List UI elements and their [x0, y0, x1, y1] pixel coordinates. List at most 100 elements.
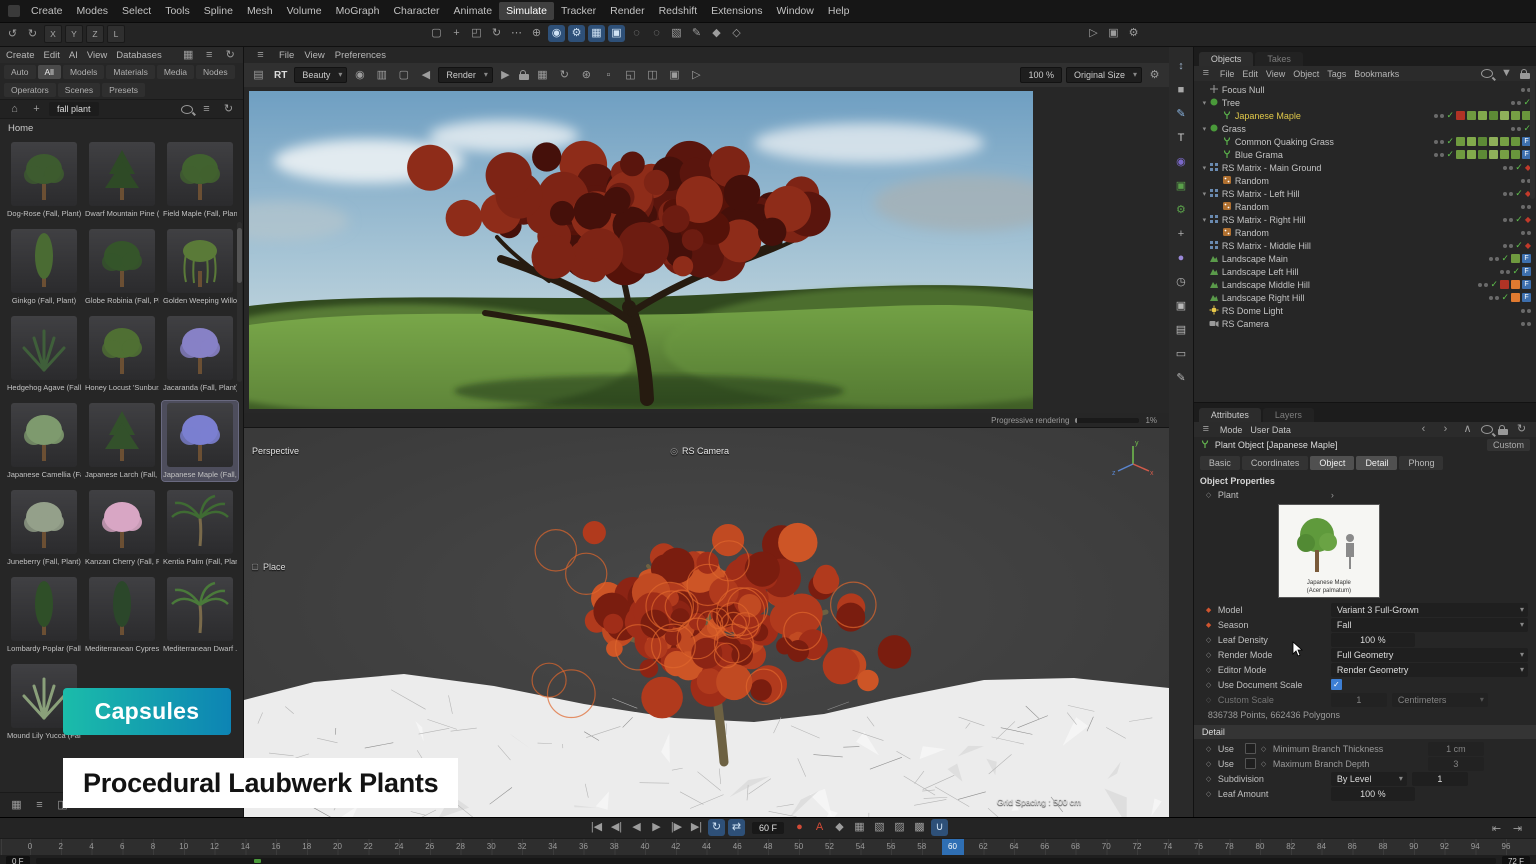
subtab-operators[interactable]: Operators — [4, 83, 56, 97]
refresh-icon[interactable]: ↻ — [220, 101, 237, 118]
render-visibility-dot[interactable] — [1440, 114, 1444, 118]
rv-menu-file[interactable]: File — [279, 50, 294, 61]
keyframe-dot-icon[interactable]: ◆ — [1206, 621, 1213, 629]
panel-menu-icon[interactable]: ≡ — [1200, 421, 1212, 438]
size-dropdown[interactable]: Original Size — [1066, 67, 1142, 83]
enabled-check-icon[interactable]: ✓ — [1515, 162, 1523, 173]
menu-select[interactable]: Select — [115, 2, 158, 20]
record-scale-button[interactable]: ▧ — [871, 819, 888, 836]
back-icon[interactable]: ‹ — [1415, 421, 1432, 438]
menu-simulate[interactable]: Simulate — [499, 2, 554, 20]
editor-visibility-dot[interactable] — [1511, 101, 1515, 105]
asset-item[interactable]: Lombardy Poplar (Fall... — [6, 575, 82, 655]
volume-builder-icon[interactable]: ◇ — [728, 25, 745, 42]
compare-icon[interactable]: ◫ — [644, 67, 661, 84]
material-swatch[interactable] — [1500, 111, 1509, 120]
field-sphere-icon[interactable]: ● — [1172, 249, 1189, 266]
current-frame-field[interactable]: 60 F — [752, 822, 784, 834]
plant-preview-image[interactable]: Japanese Maple (Acer palmatum) — [1278, 504, 1380, 598]
asset-menu-view[interactable]: View — [87, 50, 107, 61]
editor-visibility-dot[interactable] — [1521, 88, 1525, 92]
quantize-icon[interactable]: ▦ — [588, 25, 605, 42]
render-dropdown[interactable]: Render — [438, 67, 493, 83]
annotate-icon[interactable]: ✎ — [1172, 369, 1189, 386]
move-tool-icon[interactable]: + — [448, 25, 465, 42]
panel-menu-icon[interactable]: ≡ — [1200, 65, 1212, 82]
scale-tool-icon[interactable]: ◰ — [468, 25, 485, 42]
enabled-check-icon[interactable]: ✓ — [1512, 266, 1520, 277]
render-view-icon[interactable]: ▷ — [1085, 25, 1102, 42]
enabled-check-icon[interactable]: ✓ — [1446, 149, 1454, 160]
rv-settings-icon[interactable]: ⚙ — [1146, 67, 1163, 84]
asset-item[interactable]: Field Maple (Fall, Plant) — [162, 140, 238, 220]
tab-takes[interactable]: Takes — [1255, 52, 1303, 66]
objects-menu-object[interactable]: Object — [1293, 69, 1319, 79]
search-attr-icon[interactable] — [1481, 425, 1493, 434]
lock-objects-icon[interactable] — [1520, 73, 1530, 79]
view-list-icon[interactable]: ≡ — [201, 47, 218, 64]
footer-grid-icon[interactable]: ▦ — [8, 797, 25, 814]
material-swatch[interactable] — [1511, 137, 1520, 146]
menu-help[interactable]: Help — [821, 2, 857, 20]
custom-scale-field[interactable]: 1 — [1331, 693, 1387, 707]
season-dropdown[interactable]: Fall — [1331, 618, 1528, 632]
editor-visibility-dot[interactable] — [1511, 127, 1515, 131]
material-swatch[interactable] — [1511, 111, 1520, 120]
render-visibility-dot[interactable] — [1440, 140, 1444, 144]
editor-visibility-dot[interactable] — [1434, 114, 1438, 118]
spline-pen-icon[interactable]: ✎ — [1172, 105, 1189, 122]
rotate-tool-icon[interactable]: ↻ — [488, 25, 505, 42]
disabled-tool-icon-2[interactable]: ◌ — [648, 25, 665, 42]
editor-visibility-dot[interactable] — [1489, 257, 1493, 261]
asset-item[interactable]: Golden Weeping Willo... — [162, 227, 238, 307]
enabled-check-icon[interactable]: ✓ — [1490, 279, 1498, 290]
enabled-check-icon[interactable]: ✓ — [1515, 188, 1523, 199]
object-row[interactable]: ▾RS Matrix - Main Ground✓◆ — [1194, 161, 1536, 174]
mograph-text-icon[interactable]: T — [1172, 129, 1189, 146]
next-key-button[interactable]: ▶| — [688, 819, 705, 836]
objects-menu-tags[interactable]: Tags — [1327, 69, 1346, 79]
min-branch-use-checkbox[interactable] — [1245, 743, 1256, 754]
tab-layers[interactable]: Layers — [1263, 408, 1314, 422]
attr-tab-detail[interactable]: Detail — [1356, 456, 1397, 470]
paint-tool-icon[interactable]: ✎ — [688, 25, 705, 42]
clapper-icon[interactable]: ▤ — [250, 67, 267, 84]
editor-visibility-dot[interactable] — [1503, 244, 1507, 248]
footer-list-icon[interactable]: ≡ — [31, 797, 48, 814]
search-objects-icon[interactable] — [1481, 69, 1493, 78]
object-row[interactable]: Common Quaking Grass✓F — [1194, 135, 1536, 148]
model-dropdown[interactable]: Variant 3 Full-Grown — [1331, 603, 1528, 617]
viewport-label[interactable]: Perspective — [252, 446, 299, 456]
camera-label[interactable]: ◎RS Camera — [669, 446, 729, 456]
material-swatch[interactable] — [1500, 150, 1509, 159]
min-branch-field[interactable]: 1 cm — [1428, 742, 1484, 756]
object-row[interactable]: RS Dome Light — [1194, 304, 1536, 317]
object-row[interactable]: RS Camera — [1194, 317, 1536, 330]
filter-models[interactable]: Models — [63, 65, 104, 79]
live-selection-icon[interactable]: ▢ — [428, 25, 445, 42]
editor-visibility-dot[interactable] — [1500, 270, 1504, 274]
object-row[interactable]: Japanese Maple✓ — [1194, 109, 1536, 122]
material-swatch[interactable] — [1489, 137, 1498, 146]
region-icon[interactable]: ▫ — [600, 67, 617, 84]
home-icon[interactable]: ⌂ — [6, 101, 23, 118]
view-grid-icon[interactable]: ▦ — [180, 47, 197, 64]
user-data-label[interactable]: User Data — [1250, 425, 1291, 435]
render-visibility-dot[interactable] — [1495, 257, 1499, 261]
subtab-scenes[interactable]: Scenes — [58, 83, 100, 97]
filter-materials[interactable]: Materials — [106, 65, 154, 79]
material-swatch[interactable] — [1456, 137, 1465, 146]
editor-visibility-dot[interactable] — [1503, 192, 1507, 196]
attr-tab-basic[interactable]: Basic — [1200, 456, 1240, 470]
enabled-check-icon[interactable]: ✓ — [1515, 214, 1523, 225]
redshift-tag-icon[interactable]: ◆ — [1525, 215, 1531, 224]
menu-modes[interactable]: Modes — [70, 2, 116, 20]
filter-icon[interactable]: ≡ — [198, 101, 215, 118]
object-row[interactable]: Focus Null — [1194, 83, 1536, 96]
lock-render-icon[interactable] — [519, 74, 529, 80]
mode-label[interactable]: Mode — [1220, 425, 1243, 435]
range-end-field[interactable]: 72 F — [1502, 856, 1530, 864]
asset-item[interactable]: Japanese Camellia (Fal... — [6, 401, 82, 481]
menu-volume[interactable]: Volume — [280, 2, 329, 20]
render-visibility-dot[interactable] — [1509, 192, 1513, 196]
